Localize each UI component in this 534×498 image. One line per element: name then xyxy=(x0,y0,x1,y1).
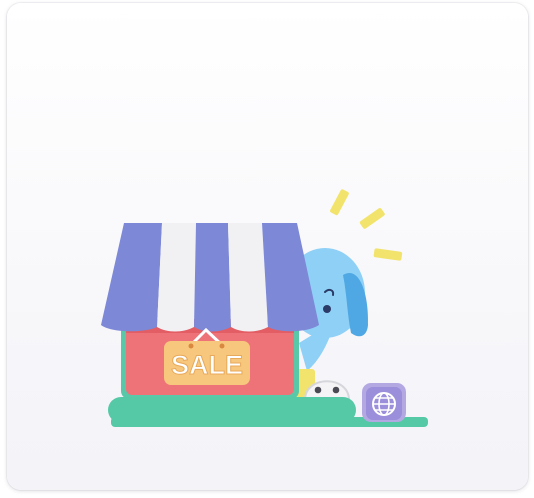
sale-sign-text: SALE xyxy=(171,350,243,380)
globe-badge-icon xyxy=(362,383,406,422)
empty-shop-illustration: SALE xyxy=(101,189,428,427)
sparkle-lines xyxy=(330,189,403,261)
empty-state-card: SALE xyxy=(7,3,528,490)
